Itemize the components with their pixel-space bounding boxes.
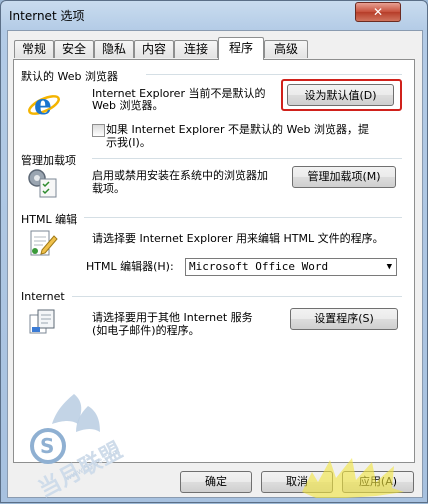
dialog-client-area: 常规 安全 隐私 内容 连接 程序 高级 默认的 Web 浏览器 e Inter… — [7, 30, 423, 498]
apply-button[interactable]: 应用(A) — [342, 471, 414, 493]
window-title: Internet 选项 — [9, 9, 85, 23]
default-browser-heading: 默认的 Web 浏览器 — [21, 70, 118, 83]
tab-programs[interactable]: 程序 — [218, 37, 264, 60]
set-programs-button[interactable]: 设置程序(S) — [290, 308, 398, 330]
manage-addons-button[interactable]: 管理加载项(M) — [292, 166, 396, 188]
section-divider — [92, 158, 402, 159]
html-editor-description: 请选择要 Internet Explorer 用来编辑 HTML 文件的程序。 — [92, 232, 384, 245]
set-default-button[interactable]: 设为默认值(D) — [287, 84, 394, 106]
title-bar[interactable]: Internet 选项 ✕ — [1, 1, 427, 29]
tab-content[interactable]: 内容 — [134, 40, 174, 58]
tab-security[interactable]: 安全 — [54, 40, 94, 58]
manage-addons-icon — [28, 169, 57, 198]
internet-programs-heading: Internet — [21, 290, 65, 303]
svg-text:e: e — [34, 88, 52, 121]
programs-tab-panel: 默认的 Web 浏览器 e Internet Explorer 当前不是默认的 … — [13, 59, 415, 463]
tab-general[interactable]: 常规 — [14, 40, 54, 58]
chevron-down-icon: ▼ — [386, 262, 392, 272]
prompt-default-label-line1: 如果 Internet Explorer 不是默认的 Web 浏览器，提 — [106, 123, 369, 136]
html-editor-label: HTML 编辑器(H): — [86, 260, 174, 273]
ok-button[interactable]: 确定 — [180, 471, 252, 493]
section-divider — [84, 217, 402, 218]
internet-programs-icon — [29, 309, 55, 334]
cancel-button[interactable]: 取消 — [261, 471, 333, 493]
internet-programs-line1: 请选择要用于其他 Internet 服务 — [92, 311, 253, 324]
tab-advanced[interactable]: 高级 — [264, 40, 308, 58]
html-editor-dropdown[interactable]: Microsoft Office Word ▼ — [185, 258, 397, 276]
html-editing-heading: HTML 编辑 — [21, 213, 78, 226]
set-default-button-label: 设为默认值(D) — [304, 89, 377, 102]
internet-explorer-icon: e — [28, 88, 60, 121]
tab-privacy[interactable]: 隐私 — [94, 40, 134, 58]
html-editor-icon — [30, 230, 58, 256]
addons-description-line2: 载项。 — [92, 182, 125, 195]
internet-options-window: Internet 选项 ✕ 常规 安全 隐私 内容 连接 程序 高级 默认的 W… — [0, 0, 428, 503]
html-editor-selected-value: Microsoft Office Word — [189, 260, 329, 273]
section-divider — [72, 296, 402, 297]
addons-heading: 管理加载项 — [21, 154, 76, 167]
internet-programs-line2: (如电子邮件)的程序。 — [92, 324, 200, 337]
close-button[interactable]: ✕ — [355, 2, 401, 22]
addons-description-line1: 启用或禁用安装在系统中的浏览器加 — [92, 169, 268, 182]
tab-connections[interactable]: 连接 — [174, 40, 218, 58]
prompt-default-checkbox[interactable] — [92, 124, 105, 137]
default-browser-status-line2: Web 浏览器。 — [92, 99, 164, 112]
prompt-default-label-line2: 示我(I)。 — [106, 136, 151, 149]
section-divider — [146, 74, 402, 75]
